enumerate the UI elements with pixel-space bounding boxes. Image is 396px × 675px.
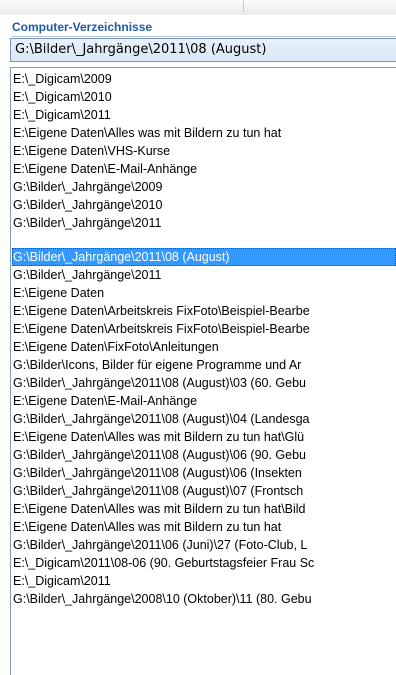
directory-list-item[interactable]: G:\Bilder\_Jahrgänge\2011 [13, 214, 161, 232]
directory-list-item[interactable]: E:\Eigene Daten\E-Mail-Anhänge [13, 160, 197, 178]
directory-list-item[interactable]: G:\Bilder\_Jahrgänge\2011 [13, 266, 161, 284]
directory-list-item[interactable]: E:\Eigene Daten [13, 284, 104, 302]
directory-list-item[interactable]: E:\Eigene Daten\VHS-Kurse [13, 142, 170, 160]
directory-list-item[interactable]: G:\Bilder\_Jahrgänge\2011\08 (August)\07… [13, 482, 303, 500]
directory-list-item[interactable]: E:\_Digicam\2011\08-06 (90. Geburtstagsf… [13, 554, 314, 572]
directory-list-item[interactable]: G:\Bilder\_Jahrgänge\2010 [13, 196, 162, 214]
directory-list-item[interactable]: E:\Eigene Daten\Alles was mit Bildern zu… [13, 124, 281, 142]
directory-list-item[interactable]: E:\Eigene Daten\Alles was mit Bildern zu… [13, 428, 304, 446]
directory-list-item-selected[interactable]: G:\Bilder\_Jahrgänge\2011\08 (August) [12, 248, 396, 266]
directory-list-item[interactable]: E:\Eigene Daten\Arbeitskreis FixFoto\Bei… [13, 320, 310, 338]
directory-list-item[interactable]: G:\Bilder\_Jahrgänge\2008\10 (Oktober)\1… [13, 590, 312, 608]
directory-list-item[interactable]: E:\Eigene Daten\Alles was mit Bildern zu… [13, 500, 306, 518]
directory-list-item[interactable]: E:\_Digicam\2009 [13, 70, 112, 88]
directory-list-item[interactable]: G:\Bilder\_Jahrgänge\2011\08 (August)\06… [13, 446, 306, 464]
toolbar-separator [243, 1, 244, 12]
directory-list-item[interactable]: G:\Bilder\_Jahrgänge\2011\08 (August)\03… [13, 374, 306, 392]
directory-list-item[interactable]: E:\_Digicam\2011 [13, 572, 111, 590]
panel-header: Computer-Verzeichnisse [8, 15, 396, 39]
directory-list-item[interactable]: E:\_Digicam\2011 [13, 106, 111, 124]
directory-list-item[interactable]: E:\Eigene Daten\E-Mail-Anhänge [13, 392, 197, 410]
directory-list-item[interactable]: G:\Bilder\Icons, Bilder für eigene Progr… [13, 356, 301, 374]
directory-list-item[interactable]: E:\Eigene Daten\Alles was mit Bildern zu… [13, 518, 281, 536]
directory-list-item[interactable]: G:\Bilder\_Jahrgänge\2011\08 (August)\04… [13, 410, 310, 428]
directory-list-item[interactable]: E:\_Digicam\2010 [13, 88, 112, 106]
directory-list-item[interactable]: E:\Eigene Daten\Arbeitskreis FixFoto\Bei… [13, 302, 310, 320]
current-path-combobox[interactable]: G:\Bilder\_Jahrgänge\2011\08 (August) [10, 38, 396, 62]
header-divider [12, 36, 396, 37]
panel-title: Computer-Verzeichnisse [12, 20, 153, 34]
directory-panel: Computer-Verzeichnisse G:\Bilder\_Jahrgä… [0, 0, 396, 675]
directory-history-list[interactable]: E:\_Digicam\2009 E:\_Digicam\2010 E:\_Digi… [10, 67, 396, 675]
directory-list-item[interactable]: G:\Bilder\_Jahrgänge\2011\08 (August)\06… [13, 464, 302, 482]
top-toolbar-strip [0, 0, 396, 15]
directory-list-item[interactable]: E:\Eigene Daten\FixFoto\Anleitungen [13, 338, 219, 356]
current-path-value: G:\Bilder\_Jahrgänge\2011\08 (August) [15, 42, 267, 57]
directory-list-item[interactable]: G:\Bilder\_Jahrgänge\2011\06 (Juni)\27 (… [13, 536, 307, 554]
directory-list-item[interactable]: G:\Bilder\_Jahrgänge\2009 [13, 178, 162, 196]
